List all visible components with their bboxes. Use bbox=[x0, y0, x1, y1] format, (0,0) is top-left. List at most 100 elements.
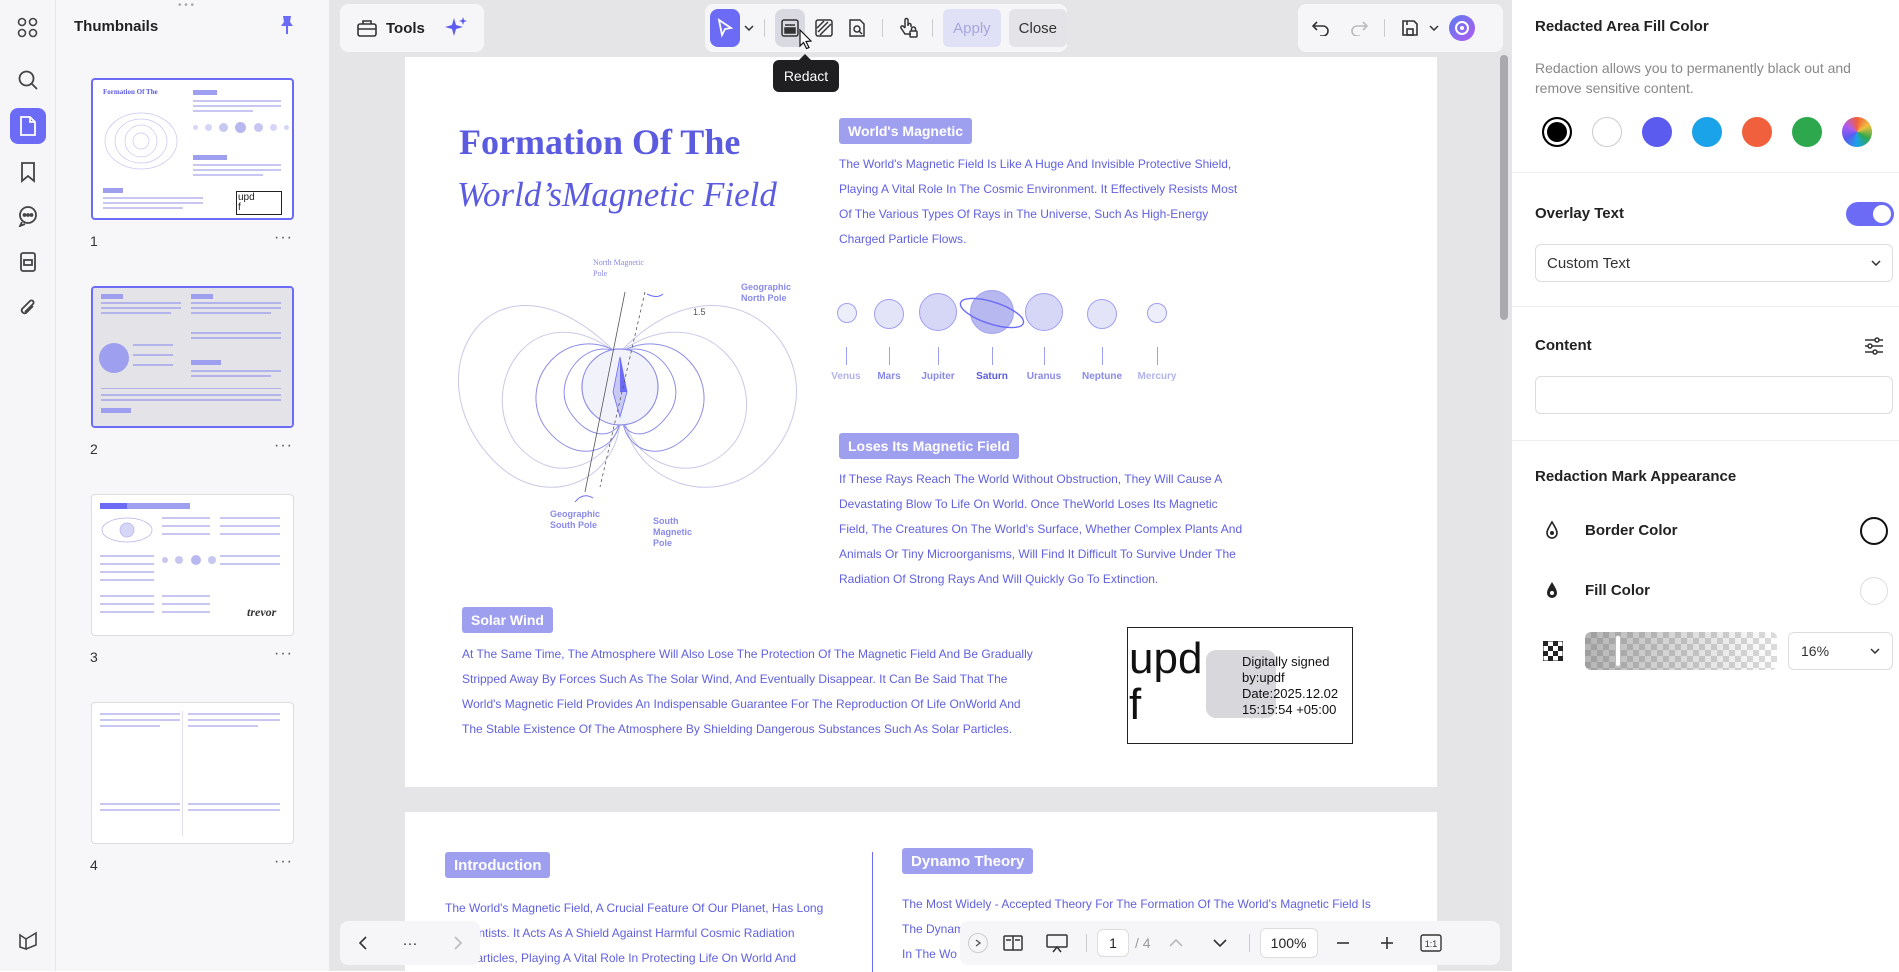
hatched-square-icon bbox=[814, 19, 833, 37]
intro-text: The World's Magnetic Field, A Crucial Fe… bbox=[445, 901, 824, 965]
page-1-more-button[interactable]: ··· bbox=[274, 229, 293, 247]
document-viewer[interactable]: Formation Of The World’sMagnetic Field N… bbox=[330, 0, 1511, 972]
page-number-4: 4 bbox=[90, 857, 98, 873]
save-button[interactable] bbox=[1391, 9, 1429, 47]
close-button[interactable]: Close bbox=[1008, 9, 1068, 47]
chevron-down-icon bbox=[744, 25, 754, 31]
layers-icon[interactable] bbox=[10, 922, 46, 958]
ai-assistant-button[interactable] bbox=[1443, 9, 1481, 47]
forms-icon[interactable] bbox=[10, 244, 46, 280]
save-icon bbox=[1402, 20, 1418, 36]
actual-size-icon: 1:1 bbox=[1419, 934, 1442, 952]
redo-button[interactable] bbox=[1340, 9, 1378, 47]
signature-name-big: upd f bbox=[1129, 634, 1203, 729]
tools-group: Tools bbox=[340, 4, 484, 52]
search-icon[interactable] bbox=[10, 62, 46, 98]
zoom-in-button[interactable] bbox=[1368, 924, 1406, 962]
zoom-out-button[interactable] bbox=[1324, 924, 1362, 962]
color-picker-icon[interactable] bbox=[1842, 117, 1872, 147]
content-input[interactable] bbox=[1535, 376, 1893, 414]
svg-text:1:1: 1:1 bbox=[1424, 939, 1437, 949]
overlay-text-select[interactable]: Custom Text bbox=[1535, 244, 1893, 282]
tools-label: Tools bbox=[386, 19, 425, 37]
thumb-handwriting: trevor bbox=[247, 605, 277, 619]
actual-size-button[interactable]: 1:1 bbox=[1412, 924, 1450, 962]
scroll-up-button[interactable] bbox=[1157, 924, 1195, 962]
thumbnails-panel: • • • Thumbnails Formation Of The upd f 1… bbox=[56, 0, 330, 971]
view-controls-bar: 1 / 4 100% 1:1 bbox=[960, 921, 1500, 965]
undo-button[interactable] bbox=[1302, 9, 1340, 47]
bookmark-icon[interactable] bbox=[10, 154, 46, 190]
redact-tooltip: Redact bbox=[773, 60, 839, 92]
nav-more-button[interactable]: ··· bbox=[403, 935, 418, 952]
prev-page-icon[interactable] bbox=[358, 936, 368, 950]
vertical-scrollbar[interactable] bbox=[1500, 55, 1508, 320]
save-dropdown-icon[interactable] bbox=[1429, 25, 1439, 31]
section-title-loses-magnetic: Loses Its Magnetic Field bbox=[839, 433, 1019, 459]
planet-uranus: Uranus bbox=[1026, 371, 1062, 382]
fill-color-swatch[interactable] bbox=[1860, 577, 1888, 605]
color-swatch-orange[interactable] bbox=[1742, 117, 1772, 147]
mark-appearance-title: Redaction Mark Appearance bbox=[1535, 468, 1737, 485]
minus-icon bbox=[1336, 942, 1349, 944]
left-rail bbox=[0, 0, 56, 971]
section2-text: If These Rays Reach The World Without Ob… bbox=[839, 472, 1243, 586]
page-2-more-button[interactable]: ··· bbox=[274, 437, 293, 455]
digital-signature-box[interactable]: upd f Digitally signed by:updf Date:2025.12… bbox=[1127, 627, 1353, 744]
color-swatch-green[interactable] bbox=[1792, 117, 1822, 147]
thumbnails-title: Thumbnails bbox=[74, 18, 159, 35]
page-number-input[interactable]: 1 bbox=[1097, 929, 1129, 957]
opacity-select[interactable]: 16% bbox=[1788, 632, 1893, 670]
grid-apps-icon[interactable] bbox=[10, 10, 46, 46]
pin-icon[interactable] bbox=[278, 15, 296, 40]
collapse-bar-button[interactable] bbox=[968, 933, 988, 953]
border-color-swatch[interactable] bbox=[1860, 517, 1888, 545]
undo-icon bbox=[1312, 21, 1329, 36]
thumbnail-page-3[interactable]: trevor bbox=[91, 494, 294, 636]
sliders-icon[interactable] bbox=[1863, 335, 1885, 357]
zoom-level[interactable]: 100% bbox=[1259, 928, 1318, 958]
page-number-3: 3 bbox=[90, 649, 98, 665]
opacity-slider[interactable] bbox=[1585, 632, 1777, 670]
select-tool-dropdown[interactable] bbox=[744, 25, 755, 31]
page-3-more-button[interactable]: ··· bbox=[274, 645, 293, 663]
mouse-cursor-icon bbox=[799, 28, 813, 50]
ai-sparkle-button[interactable] bbox=[437, 9, 475, 47]
redaction-properties-panel: Redacted Area Fill Color Redaction allow… bbox=[1511, 0, 1899, 971]
comment-icon[interactable] bbox=[10, 198, 46, 234]
apply-button[interactable]: Apply bbox=[943, 9, 1001, 47]
attachment-icon[interactable] bbox=[10, 290, 46, 326]
thumbnail-page-4[interactable] bbox=[91, 702, 294, 844]
chevron-down-icon bbox=[1871, 260, 1881, 266]
overlay-text-title: Overlay Text bbox=[1535, 205, 1624, 222]
page-4-more-button[interactable]: ··· bbox=[274, 853, 293, 871]
page-layout-button[interactable] bbox=[994, 924, 1032, 962]
thumbnail-page-1[interactable]: Formation Of The upd f bbox=[91, 78, 294, 220]
page-nav-group: ··· bbox=[340, 921, 480, 965]
sparkle-icon bbox=[444, 17, 467, 36]
redaction-settings-button[interactable] bbox=[893, 9, 923, 47]
color-swatch-white[interactable] bbox=[1592, 117, 1622, 147]
select-tool-button[interactable] bbox=[710, 9, 740, 47]
plus-icon bbox=[1380, 937, 1393, 949]
thumbnail-page-2[interactable] bbox=[91, 286, 294, 428]
color-swatch-cyan[interactable] bbox=[1692, 117, 1722, 147]
thumb-signature: upd f bbox=[236, 191, 282, 215]
color-swatch-blue[interactable] bbox=[1642, 117, 1672, 147]
tools-button[interactable]: Tools bbox=[350, 9, 431, 47]
chevron-up-icon bbox=[1169, 939, 1183, 947]
drag-handle[interactable]: • • • bbox=[178, 0, 194, 11]
scroll-down-button[interactable] bbox=[1201, 924, 1239, 962]
thumbnails-icon[interactable] bbox=[10, 108, 46, 144]
redact-toolbar: Apply Close bbox=[705, 4, 1068, 52]
next-page-icon[interactable] bbox=[453, 936, 463, 950]
color-swatch-black[interactable] bbox=[1542, 117, 1572, 147]
opacity-slider-handle[interactable] bbox=[1615, 635, 1621, 667]
label-angle: 1.5 bbox=[693, 307, 706, 317]
planet-neptune: Neptune bbox=[1082, 371, 1122, 382]
signature-details: Digitally signed by:updf Date:2025.12.02 15… bbox=[1242, 654, 1339, 717]
doc-title-line2: World’sMagnetic Field bbox=[457, 175, 777, 214]
search-redact-button[interactable] bbox=[842, 9, 872, 47]
overlay-text-toggle[interactable] bbox=[1846, 202, 1894, 226]
presentation-button[interactable] bbox=[1038, 924, 1076, 962]
